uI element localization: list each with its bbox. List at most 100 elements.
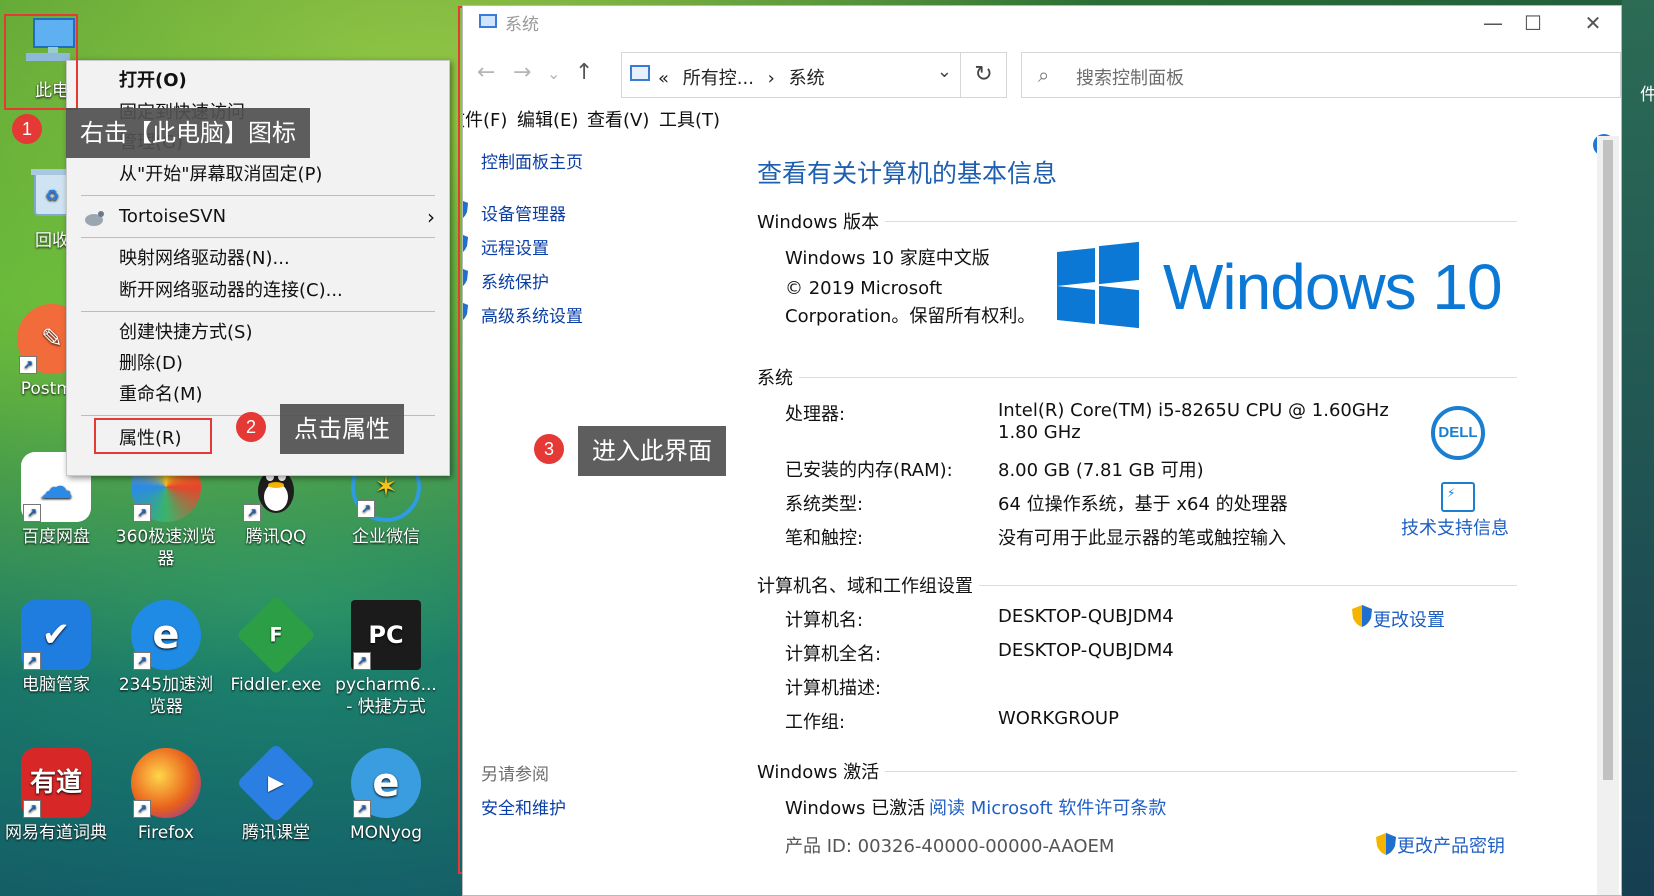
uac-shield-icon: [463, 300, 469, 324]
section-title: 计算机名、域和工作组设置: [757, 572, 979, 598]
menu-file[interactable]: 文件(F): [463, 106, 507, 132]
copyright-line-1: © 2019 Microsoft: [785, 278, 943, 299]
uac-shield-icon: [1375, 832, 1397, 856]
license-terms-link[interactable]: 阅读 Microsoft 软件许可条款: [929, 794, 1166, 820]
menu-view[interactable]: 查看(V): [587, 106, 649, 132]
callout-step-3: 进入此界面: [578, 426, 726, 476]
menu-edit[interactable]: 编辑(E): [517, 106, 578, 132]
tortoisesvn-icon: [83, 207, 105, 227]
address-bar[interactable]: « 所有控... › 系统 ⌄: [621, 52, 961, 98]
shortcut-arrow-icon: ↗: [133, 652, 151, 670]
support-info-link[interactable]: 技术支持信息: [1401, 514, 1509, 540]
menu-separator: [81, 195, 435, 196]
dell-logo: DELL: [1431, 406, 1485, 460]
menu-item-delete[interactable]: 删除(D): [67, 348, 449, 380]
desktop-icon-youdao[interactable]: 有道 ↗ 网易有道词典: [4, 748, 108, 844]
full-computer-name-label: 计算机全名:: [785, 644, 882, 665]
desktop-icon-firefox[interactable]: ↗ Firefox: [114, 748, 218, 844]
shortcut-arrow-icon: ↗: [243, 504, 261, 522]
highlight-this-pc: [4, 14, 78, 110]
forward-arrow-icon[interactable]: →: [513, 60, 531, 85]
control-panel-home-link[interactable]: 控制面板主页: [481, 148, 583, 173]
advanced-system-settings-link[interactable]: 高级系统设置: [481, 302, 583, 327]
menu-item-open[interactable]: 打开(O): [67, 65, 449, 97]
energy-star-icon: ⚡: [1441, 482, 1475, 512]
menu-item-tortoisesvn[interactable]: TortoiseSVN ›: [67, 201, 449, 233]
desktop-icon-label: 百度网盘: [22, 527, 90, 547]
search-input[interactable]: ⌕ 搜索控制面板: [1021, 52, 1621, 98]
processor-label: 处理器:: [785, 404, 846, 425]
shortcut-arrow-icon: ↗: [23, 800, 41, 818]
desktop-icon-fiddler[interactable]: F Fiddler.exe: [224, 595, 328, 696]
uac-shield-icon: [1351, 604, 1373, 628]
callout-step-1: 右击【此电脑】图标: [66, 108, 310, 158]
menu-item-disconnect-network-drive[interactable]: 断开网络驱动器的连接(C)...: [67, 275, 449, 307]
shortcut-arrow-icon: ↗: [23, 504, 41, 522]
desktop-icon-monyog[interactable]: e ↗ MONyog: [334, 748, 438, 844]
system-type-value: 64 位操作系统，基于 x64 的处理器: [998, 494, 1288, 515]
back-arrow-icon[interactable]: ←: [477, 60, 495, 85]
desktop-icon-label: MONyog: [349, 823, 423, 843]
workgroup-label: 工作组:: [785, 712, 846, 733]
remote-settings-link[interactable]: 远程设置: [481, 234, 549, 259]
system-app-icon: [479, 14, 497, 28]
system-protection-link[interactable]: 系统保护: [481, 268, 549, 293]
breadcrumb-overflow[interactable]: «: [658, 68, 669, 89]
desktop-icon-label: 回收: [35, 231, 69, 251]
pc-manager-shield-icon: ✔ ↗: [21, 600, 91, 670]
desktop-edge: 件: [1622, 0, 1654, 896]
processor-value: Intel(R) Core(TM) i5-8265U CPU @ 1.60GHz: [998, 400, 1389, 421]
copyright-line-2: Corporation。保留所有权利。: [785, 306, 1036, 327]
workgroup-value: WORKGROUP: [998, 708, 1119, 729]
address-dropdown-icon[interactable]: ⌄: [937, 61, 952, 82]
refresh-button[interactable]: ↻: [961, 52, 1007, 98]
pen-touch-label: 笔和触控:: [785, 528, 864, 549]
pycharm-icon: PC ↗: [351, 600, 421, 670]
section-windows-activation: Windows 激活: [757, 758, 1537, 784]
desktop-icon-pycharm[interactable]: PC ↗ pycharm6... - 快捷方式: [334, 600, 438, 718]
computer-name-value: DESKTOP-QUBJDM4: [998, 606, 1174, 627]
recent-locations-chevron-icon[interactable]: ⌄: [547, 64, 560, 83]
change-settings-link[interactable]: 更改设置: [1373, 606, 1445, 632]
activation-status: Windows 已激活: [785, 798, 926, 819]
section-title: 系统: [757, 364, 799, 390]
security-maintenance-link[interactable]: 安全和维护: [481, 794, 566, 819]
breadcrumb-system[interactable]: 系统: [789, 68, 825, 89]
menu-tools[interactable]: 工具(T): [659, 106, 720, 132]
menu-item-create-shortcut[interactable]: 创建快捷方式(S): [67, 317, 449, 349]
product-id-partial: 产品 ID: 00326-40000-00000-AAOEM: [785, 836, 1115, 857]
scrollbar[interactable]: [1597, 136, 1619, 895]
pen-touch-value: 没有可用于此显示器的笔或触控输入: [998, 528, 1286, 549]
shortcut-arrow-icon: ↗: [353, 800, 371, 818]
menu-item-unpin-start[interactable]: 从"开始"屏幕取消固定(P): [67, 159, 449, 191]
shortcut-arrow-icon: ↗: [133, 800, 151, 818]
youdao-icon: 有道 ↗: [21, 748, 91, 818]
search-icon: ⌕: [1038, 63, 1050, 87]
shortcut-arrow-icon: ↗: [19, 356, 37, 374]
up-arrow-icon[interactable]: ↑: [575, 60, 593, 85]
see-also-title: 另请参阅: [481, 765, 549, 785]
title-bar: 系统 — ☐ ✕: [463, 6, 1621, 40]
ram-label: 已安装的内存(RAM):: [785, 460, 953, 481]
desktop-icon-2345-browser[interactable]: e ↗ 2345加速浏览器: [114, 600, 218, 718]
close-button[interactable]: ✕: [1563, 6, 1621, 40]
section-title: Windows 激活: [757, 758, 886, 784]
desktop-icon-tencent-classroom[interactable]: ▶ 腾讯课堂: [224, 743, 328, 844]
breadcrumb-all-control-panel[interactable]: 所有控...: [683, 68, 754, 89]
system-type-label: 系统类型:: [785, 494, 864, 515]
desktop-icon-label: Firefox: [137, 823, 195, 843]
step-badge-3: 3: [534, 434, 564, 464]
maximize-button[interactable]: ☐: [1503, 6, 1563, 40]
desktop-icon-pc-manager[interactable]: ✔ ↗ 电脑管家: [4, 600, 108, 696]
change-product-key-link[interactable]: 更改产品密钥: [1397, 832, 1505, 858]
menu-separator: [81, 311, 435, 312]
navigation-bar: ← → ⌄ ↑ « 所有控... › 系统 ⌄ ↻ ⌕ 搜索控制面板: [463, 52, 1621, 98]
desktop-icon-label: 网易有道词典: [5, 823, 107, 843]
device-manager-link[interactable]: 设备管理器: [481, 200, 566, 225]
svg-text:♻: ♻: [45, 186, 59, 205]
menu-separator: [81, 237, 435, 238]
desktop-icon-label: 2345加速浏览器: [118, 675, 214, 717]
scrollbar-thumb[interactable]: [1603, 140, 1613, 780]
highlight-properties: [94, 418, 212, 454]
menu-item-map-network-drive[interactable]: 映射网络驱动器(N)...: [67, 243, 449, 275]
